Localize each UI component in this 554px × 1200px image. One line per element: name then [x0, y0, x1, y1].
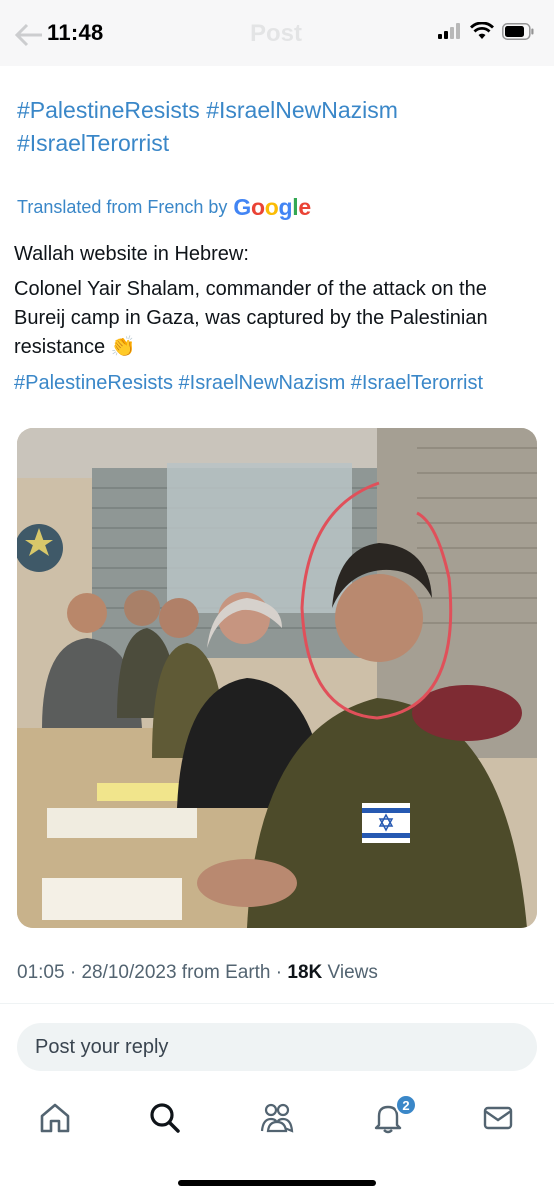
wifi-icon [470, 22, 494, 39]
views-count: 18K [287, 962, 323, 983]
divider [0, 1003, 554, 1004]
messages-icon [483, 1106, 513, 1130]
status-bar: Post 11:48 [0, 0, 554, 66]
communities-icon [260, 1103, 294, 1133]
status-time: 11:48 [47, 20, 104, 45]
translation-notice[interactable]: Translated from French by Google [17, 194, 311, 221]
back-arrow-icon[interactable] [14, 22, 44, 48]
post-body: Wallah website in Hebrew: Colonel Yair S… [14, 240, 536, 368]
home-indicator[interactable] [178, 1180, 376, 1186]
post-time: 01:05 [17, 962, 65, 983]
nav-communities[interactable] [257, 1098, 297, 1138]
post-date: 28/10/2023 [81, 962, 177, 983]
bottom-nav: 2 [0, 1090, 554, 1150]
post-hashtags[interactable]: #PalestineResists #IsraelNewNazism #Isra… [14, 372, 544, 395]
hashtags-top[interactable]: #PalestineResists #IsraelNewNazism #Isra… [17, 94, 537, 160]
nav-home[interactable] [35, 1098, 75, 1138]
photo-image [17, 428, 537, 928]
views-label: Views [322, 962, 378, 983]
signal-icon [438, 23, 460, 39]
meta-separator: · [64, 962, 82, 983]
reply-placeholder: Post your reply [35, 1036, 169, 1058]
post-source: from Earth [176, 962, 271, 983]
notification-badge: 2 [395, 1094, 417, 1116]
nav-messages[interactable] [478, 1098, 518, 1138]
home-icon [40, 1103, 70, 1133]
post-body-line1: Wallah website in Hebrew: [14, 243, 249, 265]
post-photo[interactable] [17, 428, 537, 928]
google-logo: Google [233, 194, 311, 220]
meta-separator: · [270, 962, 288, 983]
nav-search[interactable] [145, 1098, 185, 1138]
status-icons [438, 22, 534, 40]
translated-prefix: Translated from French by [17, 197, 228, 217]
search-icon [150, 1103, 180, 1133]
reply-input[interactable]: Post your reply [17, 1023, 537, 1071]
battery-icon [502, 22, 534, 40]
post-meta: 01:05 · 28/10/2023 from Earth · 18K View… [17, 962, 378, 984]
post-body-line2: Colonel Yair Shalam, commander of the at… [14, 278, 488, 358]
header-title: Post [250, 20, 303, 47]
